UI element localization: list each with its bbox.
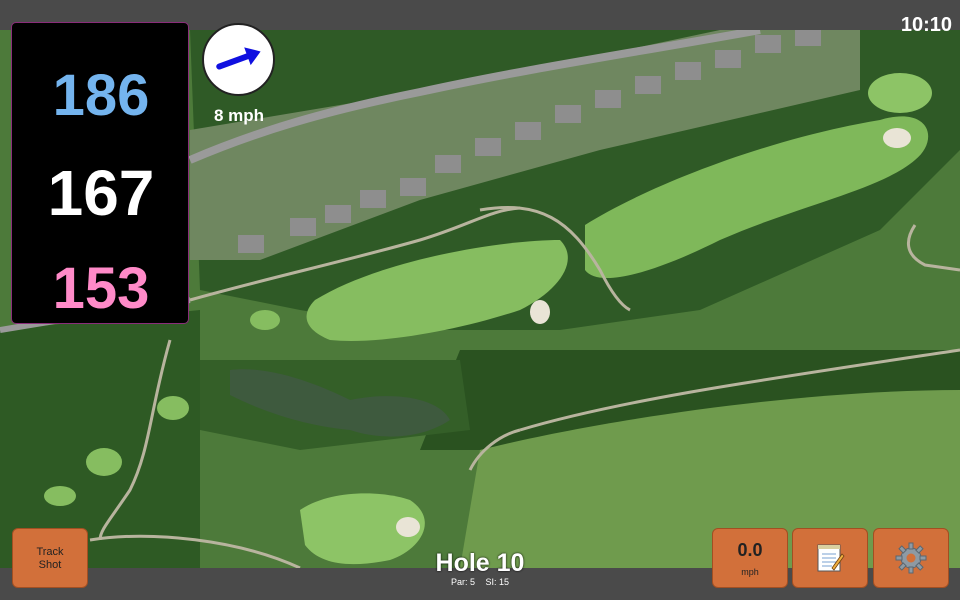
track-shot-button[interactable]: Track Shot (12, 528, 88, 588)
distance-back: 186 (52, 63, 150, 128)
wind-speed-button[interactable]: 0.0 mph (712, 528, 788, 588)
status-time: 10:10 (900, 14, 952, 36)
gear-icon (895, 542, 927, 574)
hole-info: Par: 5 SI: 15 (380, 577, 580, 587)
track-shot-label: Track Shot (36, 546, 64, 571)
distance-front: 153 (52, 256, 150, 321)
wind-unit: mph (741, 567, 759, 577)
settings-button[interactable] (873, 528, 949, 588)
hole-title: Hole 10 (435, 549, 525, 577)
hole-stroke-index: SI: 15 (485, 577, 510, 587)
distance-panel: 186 167 153 (11, 22, 189, 324)
hole-par: Par: 5 (450, 577, 475, 587)
arrow-icon (216, 47, 261, 70)
notes-button[interactable] (792, 528, 868, 588)
distance-middle: 167 (47, 157, 155, 229)
notepad-icon (817, 544, 845, 572)
wind-speed-label: 8 mph (213, 106, 265, 125)
wind-direction-indicator (202, 23, 275, 96)
wind-value: 0.0 (737, 540, 763, 560)
